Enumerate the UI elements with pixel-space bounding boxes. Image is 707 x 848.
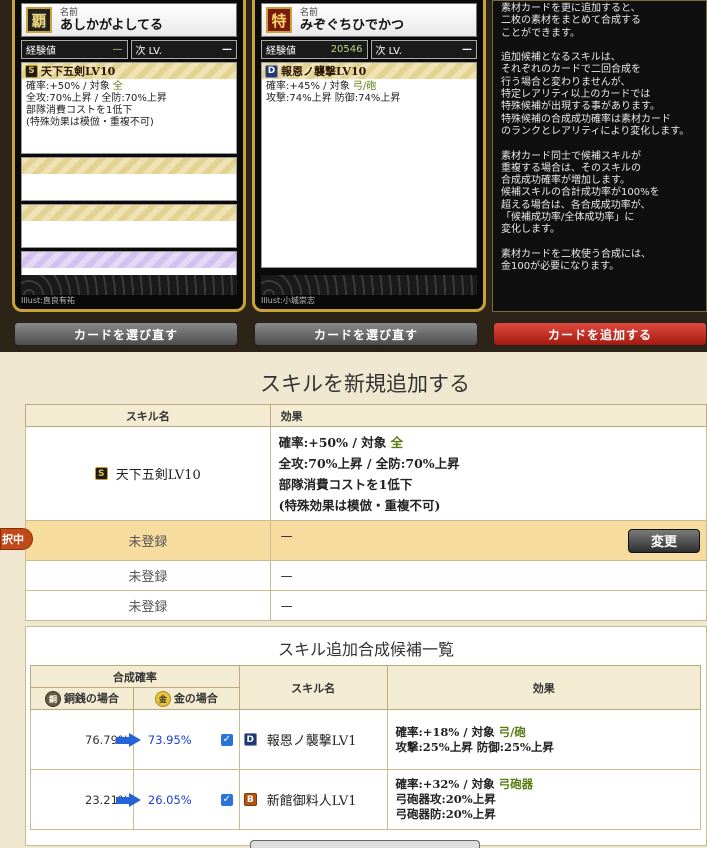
card-name: みぞぐちひでかつ xyxy=(300,17,405,33)
gold-coin-icon: 金 xyxy=(154,691,171,707)
skill-effect: 確率:+32% / 対象 弓砲器 弓砲器攻:20%上昇 弓砲器防:20%上昇 xyxy=(386,769,702,830)
rank-s-icon: S xyxy=(25,64,38,78)
reselect-card-button-2[interactable]: カードを選び直す xyxy=(254,322,478,346)
skill-name: 天下五剣LV10 xyxy=(41,65,116,78)
card-name: あしかがよしてる xyxy=(60,17,163,33)
section-title: スキルを新規追加する xyxy=(260,372,470,396)
name-label: 名前 xyxy=(60,7,79,18)
selected-marker: 択中 xyxy=(0,528,33,550)
material-card: 特 名前 みぞぐちひでかつ 経験値 20546 次 LV. — D 報恩ノ襲撃LV10… xyxy=(252,0,486,312)
copper-header: 銅銅銭の場合 xyxy=(30,687,134,710)
rank-s-icon: S xyxy=(94,467,108,480)
table-row: 23.21% 26.05% ✓ B 新館御料人LV1 確率:+32% / 対象 弓砲… xyxy=(30,769,702,830)
table-row: 76.79% 73.95% ✓ D 報恩ノ襲撃LV1 確率:+18% / 対象 弓/… xyxy=(30,709,702,770)
table-row: 未登録 — xyxy=(25,560,707,591)
col-effect-header: 効果 xyxy=(269,404,707,427)
arrow-right-icon xyxy=(115,792,142,807)
change-button[interactable]: 変更 xyxy=(628,528,700,553)
reselect-card-button-1[interactable]: カードを選び直す xyxy=(14,322,238,346)
bottom-button[interactable] xyxy=(250,840,480,848)
base-card: 覇 名前 あしかがよしてる 経験値 — 次 LV. — S 天下五剣LV10 確率:+… xyxy=(12,0,246,312)
skill-effect: 確率:+45% / 対象 弓/砲 攻撃:74%上昇 防御:74%上昇 xyxy=(266,81,401,104)
rarity-emblem-icon: 覇 xyxy=(26,7,52,33)
exp-box: 経験値 20546 xyxy=(261,40,368,59)
candidate-checkbox[interactable]: ✓ xyxy=(220,733,233,746)
skill-slot-1: D 報恩ノ襲撃LV10 確率:+45% / 対象 弓/砲 攻撃:74%上昇 防御:7… xyxy=(261,62,477,268)
skill-name: 報恩ノ襲撃LV1 xyxy=(266,734,357,749)
skill-slot-3 xyxy=(21,204,237,248)
skill-slot-1: S 天下五剣LV10 確率:+50% / 対象 全全攻:70%上昇 / 全防:70… xyxy=(21,62,237,154)
exp-box: 経験値 — xyxy=(21,40,128,59)
rarity-emblem-icon: 特 xyxy=(266,7,292,33)
arrow-right-icon xyxy=(115,732,142,747)
skill-name: 新館御料人LV1 xyxy=(266,794,357,809)
gold-header: 金金の場合 xyxy=(132,687,240,710)
skill-name: 報恩ノ襲撃LV10 xyxy=(281,65,367,78)
card-name-bar: 覇 名前 あしかがよしてる xyxy=(21,3,237,37)
rank-d-icon: D xyxy=(265,64,278,78)
info-panel: 素材カードを更に追加すると、 二枚の素材をまとめて合成する ことができます。 追… xyxy=(492,0,707,312)
table-row: 未登録 — xyxy=(25,590,707,621)
candidate-table: 合成確率 スキル名 効果 銅銅銭の場合 金金の場合 76.79% 73.95% ✓… xyxy=(30,665,702,830)
gold-rate-cell: 26.05% ✓ xyxy=(115,769,240,830)
rank-b-icon: B xyxy=(243,793,257,806)
rate-header: 合成確率 xyxy=(30,665,240,688)
candidate-title: スキル追加合成候補一覧 xyxy=(277,640,454,659)
col-skill-header: スキル名 xyxy=(238,665,388,710)
illust-credit: Illust:直良有祐 xyxy=(21,296,75,305)
skill-add-table: スキル名 効果 S 天下五剣LV10 確率:+50% / 対象 全全攻:70%上昇 … xyxy=(25,404,707,621)
wave-pattern xyxy=(261,275,477,295)
skill-effect: 確率:+50% / 対象 全全攻:70%上昇 / 全防:70%上昇 部隊消費コス… xyxy=(26,81,167,128)
col-effect-header: 効果 xyxy=(386,665,702,710)
table-row: S 天下五剣LV10 確率:+50% / 対象 全全攻:70%上昇 / 全防:70… xyxy=(25,426,707,521)
copper-coin-icon: 銅 xyxy=(44,691,61,707)
skill-name: 天下五剣LV10 xyxy=(115,468,201,483)
candidate-checkbox[interactable]: ✓ xyxy=(220,793,233,806)
skill-effect: 確率:+50% / 対象 全全攻:70%上昇 / 全防:70%上昇 部隊消費コス… xyxy=(269,426,707,521)
rank-d-icon: D xyxy=(243,733,257,746)
wave-pattern xyxy=(21,275,237,295)
col-skill-header: スキル名 xyxy=(25,404,271,427)
skill-slot-2 xyxy=(21,157,237,201)
illust-credit: Illust:小城崇志 xyxy=(261,296,315,305)
card-name-bar: 特 名前 みぞぐちひでかつ xyxy=(261,3,477,37)
skill-effect: 確率:+18% / 対象 弓/砲 攻撃:25%上昇 防御:25%上昇 xyxy=(386,709,702,770)
table-row-selected[interactable]: 未登録 — 変更 xyxy=(25,520,707,561)
next-lv-box: 次 LV. — xyxy=(370,40,477,59)
gold-rate-cell: 73.95% ✓ xyxy=(115,709,240,770)
next-lv-box: 次 LV. — xyxy=(130,40,237,59)
add-card-button[interactable]: カードを追加する xyxy=(493,322,707,346)
name-label: 名前 xyxy=(300,7,319,18)
